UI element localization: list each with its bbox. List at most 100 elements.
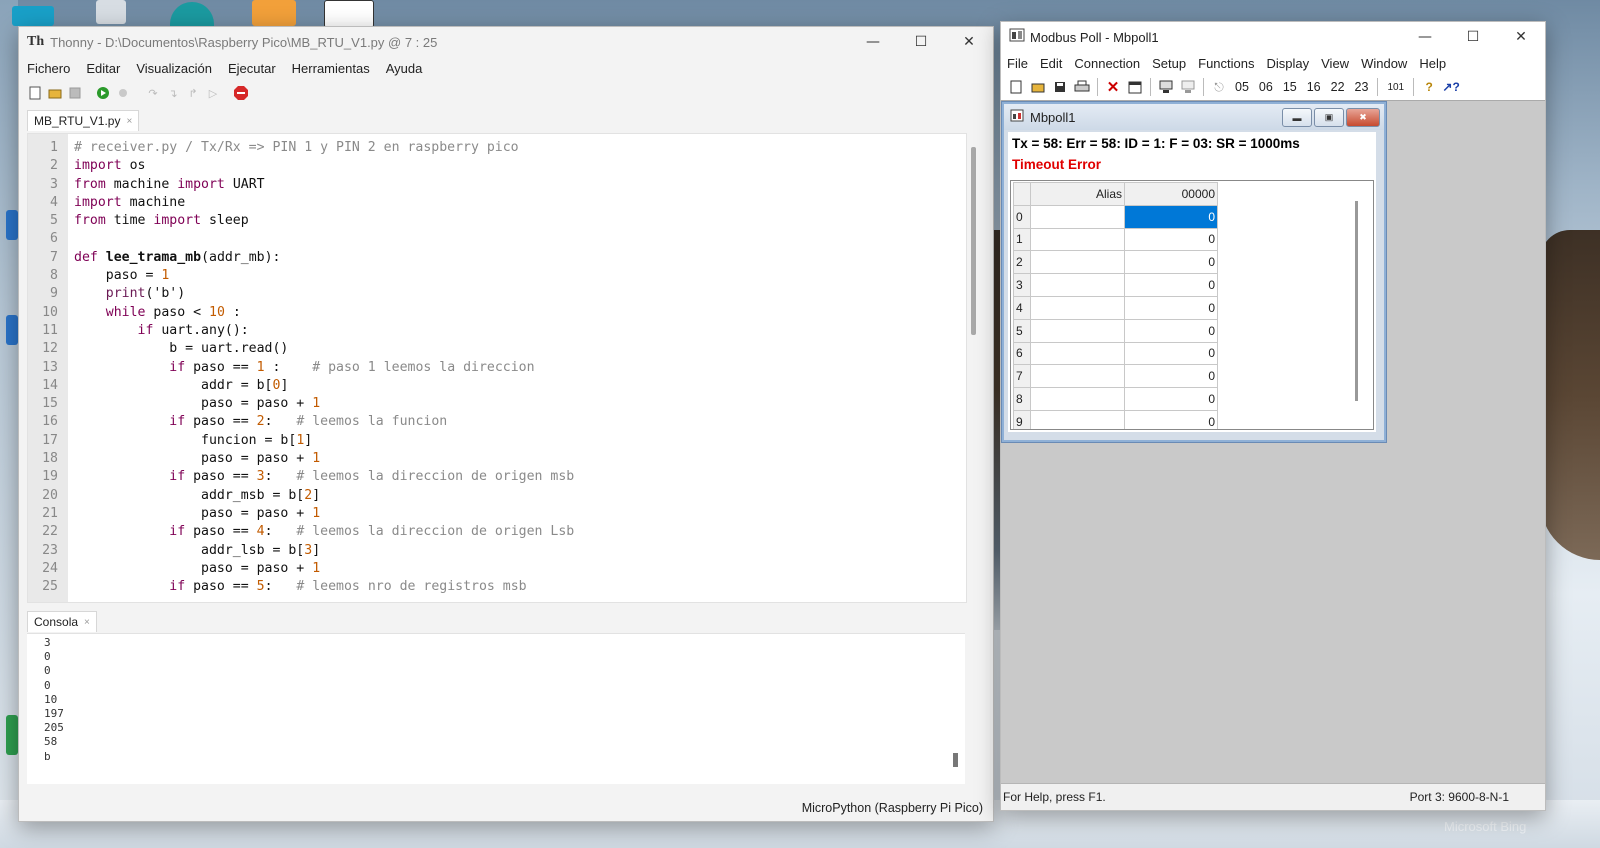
connect-icon[interactable] [1157, 78, 1175, 96]
disconnect-icon[interactable] [1179, 78, 1197, 96]
desktop-shortcut-icon[interactable] [96, 0, 126, 24]
desktop-shortcut-icon[interactable] [6, 715, 18, 755]
thonny-titlebar[interactable]: Th Thonny - D:\Documentos\Raspberry Pico… [19, 27, 993, 57]
new-file-icon[interactable] [27, 85, 43, 101]
register-value-cell[interactable]: 0 [1124, 204, 1218, 229]
stop-icon[interactable] [233, 85, 249, 101]
menu-window[interactable]: Window [1355, 56, 1413, 71]
save-icon[interactable] [1051, 78, 1069, 96]
maximize-button[interactable]: ☐ [897, 27, 945, 57]
desktop-shortcut-icon[interactable] [6, 315, 18, 345]
menu-ayuda[interactable]: Ayuda [378, 61, 431, 76]
alias-cell[interactable] [1030, 341, 1125, 366]
desktop-shortcut-icon[interactable] [324, 0, 374, 28]
function-06-button[interactable]: 06 [1256, 80, 1276, 94]
register-value-cell[interactable]: 0 [1124, 387, 1218, 411]
close-button[interactable]: ✕ [1497, 22, 1545, 52]
menu-functions[interactable]: Functions [1192, 56, 1260, 71]
child-titlebar[interactable]: Mbpoll1 ▬ ▣ ✖ [1004, 104, 1384, 130]
step-out-icon[interactable]: ↱ [185, 85, 201, 101]
code-editor[interactable]: 1 # receiver.py / Tx/Rx => PIN 1 y PIN 2 … [27, 133, 967, 603]
minimize-button[interactable]: — [1401, 22, 1449, 52]
line-number: 13 [42, 359, 58, 375]
menu-visualizacion[interactable]: Visualización [128, 61, 220, 76]
console-scrollbar[interactable] [953, 753, 958, 767]
menu-herramientas[interactable]: Herramientas [284, 61, 378, 76]
interpreter-status[interactable]: MicroPython (Raspberry Pi Pico) [802, 801, 983, 815]
menu-view[interactable]: View [1315, 56, 1355, 71]
alias-cell[interactable] [1030, 387, 1125, 411]
menu-editar[interactable]: Editar [78, 61, 128, 76]
window-icon[interactable] [1126, 78, 1144, 96]
alias-cell[interactable] [1030, 295, 1125, 320]
desktop-shortcut-icon[interactable] [252, 0, 296, 26]
alias-cell[interactable] [1030, 318, 1125, 343]
print-icon[interactable] [1073, 78, 1091, 96]
save-icon[interactable] [67, 85, 83, 101]
menu-ejecutar[interactable]: Ejecutar [220, 61, 284, 76]
column-header-alias[interactable]: Alias [1030, 182, 1125, 206]
desktop-shortcut-icon[interactable] [12, 6, 54, 26]
register-value-cell[interactable]: 0 [1124, 364, 1218, 389]
new-file-icon[interactable] [1007, 78, 1025, 96]
code-text: paso = paso + 1 [74, 451, 321, 467]
menu-edit[interactable]: Edit [1034, 56, 1068, 71]
delete-icon[interactable]: ✕ [1104, 78, 1122, 96]
alias-cell[interactable] [1030, 364, 1125, 389]
child-close-button[interactable]: ✖ [1346, 108, 1380, 127]
menu-file[interactable]: File [1001, 56, 1034, 71]
editor-scrollbar[interactable] [971, 147, 976, 335]
console-panel[interactable]: 3 0 0 0 10 197 205 58 b [27, 633, 965, 784]
open-folder-icon[interactable] [1029, 78, 1047, 96]
register-value-cell[interactable]: 0 [1124, 409, 1218, 429]
column-header-address[interactable]: 00000 [1124, 182, 1218, 206]
menu-setup[interactable]: Setup [1146, 56, 1192, 71]
console-tab[interactable]: Consola × [27, 611, 97, 632]
alias-cell[interactable] [1030, 227, 1125, 252]
modbus-titlebar[interactable]: Modbus Poll - Mbpoll1 — ☐ ✕ [1001, 22, 1545, 52]
close-tab-icon[interactable]: × [126, 116, 132, 127]
menu-fichero[interactable]: Fichero [19, 61, 78, 76]
register-value-cell[interactable]: 0 [1124, 318, 1218, 343]
register-value-cell[interactable]: 0 [1124, 341, 1218, 366]
alias-cell[interactable] [1030, 273, 1125, 297]
register-value-cell[interactable]: 0 [1124, 250, 1218, 275]
run-icon[interactable] [95, 85, 111, 101]
context-help-icon[interactable]: ↗? [1442, 78, 1460, 96]
row-index: 4 [1013, 295, 1031, 320]
function-23-button[interactable]: 23 [1352, 80, 1372, 94]
alias-cell[interactable] [1030, 250, 1125, 275]
menu-connection[interactable]: Connection [1068, 56, 1146, 71]
register-value-cell[interactable]: 0 [1124, 227, 1218, 252]
debug-icon[interactable] [115, 85, 131, 101]
close-button[interactable]: ✕ [945, 27, 993, 57]
pulse-icon[interactable]: ⎋ [1210, 78, 1228, 96]
register-value-cell[interactable]: 0 [1124, 295, 1218, 320]
maximize-button[interactable]: ☐ [1449, 22, 1497, 52]
help-icon[interactable]: ? [1420, 78, 1438, 96]
register-grid[interactable]: Alias 00000 00102030405060708090 [1010, 180, 1374, 430]
menu-help[interactable]: Help [1413, 56, 1452, 71]
resume-icon[interactable]: ▷ [205, 85, 221, 101]
alias-cell[interactable] [1030, 204, 1125, 229]
menu-display[interactable]: Display [1261, 56, 1316, 71]
step-into-icon[interactable]: ↴ [165, 85, 181, 101]
grid-scrollbar[interactable] [1355, 201, 1358, 401]
desktop-shortcut-icon[interactable] [6, 210, 18, 240]
arduino-icon[interactable] [170, 2, 214, 26]
open-folder-icon[interactable] [47, 85, 63, 101]
editor-tab[interactable]: MB_RTU_V1.py × [27, 110, 140, 131]
function-22-button[interactable]: 22 [1328, 80, 1348, 94]
child-maximize-button[interactable]: ▣ [1314, 108, 1344, 127]
register-value-cell[interactable]: 0 [1124, 273, 1218, 297]
close-tab-icon[interactable]: × [84, 617, 90, 628]
step-over-icon[interactable]: ↷ [145, 85, 161, 101]
function-05-button[interactable]: 05 [1232, 80, 1252, 94]
binary-display-button[interactable]: 101 [1384, 82, 1407, 93]
child-minimize-button[interactable]: ▬ [1282, 108, 1312, 127]
function-16-button[interactable]: 16 [1304, 80, 1324, 94]
minimize-button[interactable]: — [849, 27, 897, 57]
grid-row: 10 [1013, 227, 1218, 252]
function-15-button[interactable]: 15 [1280, 80, 1300, 94]
alias-cell[interactable] [1030, 409, 1125, 429]
